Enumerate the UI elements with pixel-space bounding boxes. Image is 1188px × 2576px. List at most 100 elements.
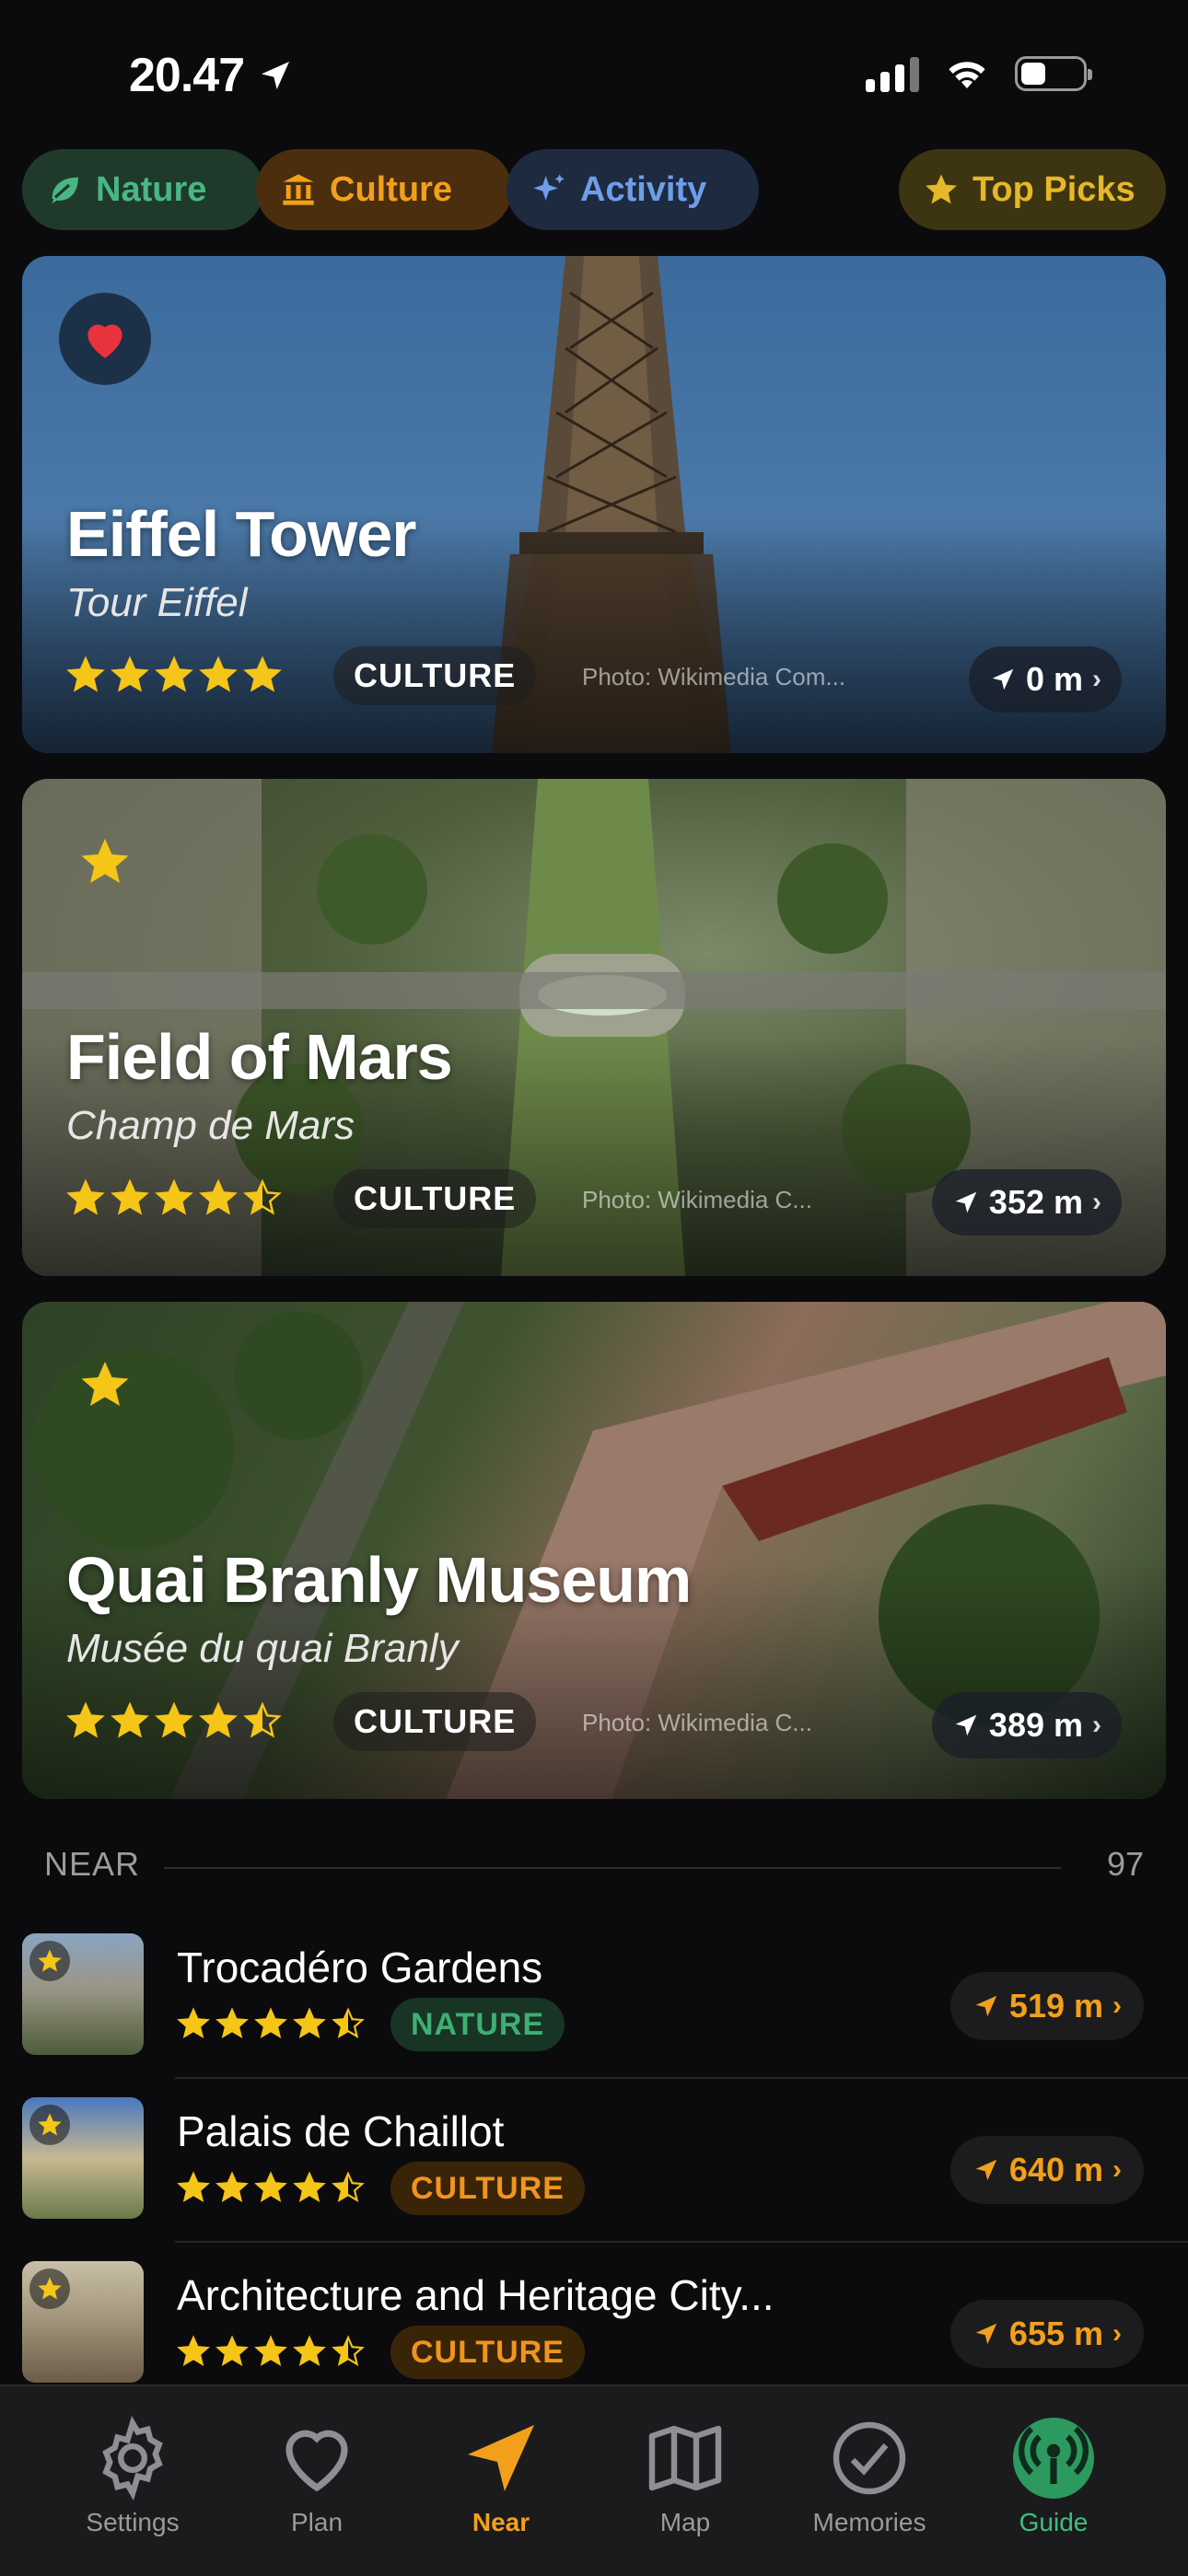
star-full-icon [177, 2335, 210, 2366]
photo-credit: Photo: Wikimedia C... [582, 1186, 812, 1213]
list-item[interactable]: Architecture and Heritage City... CULTUR… [0, 2245, 1188, 2407]
category-tag: NATURE [390, 1998, 565, 2051]
star-icon [29, 1941, 70, 1981]
star-icon [81, 839, 129, 883]
favorite-button[interactable] [59, 293, 151, 385]
distance-button[interactable]: 0 m › [968, 646, 1122, 713]
broadcast-icon [1007, 2412, 1100, 2504]
filter-activity[interactable]: Activity [507, 149, 759, 230]
filter-label: Activity [580, 169, 707, 209]
location-arrow-icon [975, 2323, 997, 2345]
star-icon [29, 2269, 70, 2309]
location-arrow-icon [975, 1995, 997, 2017]
featured-card[interactable]: Field of Mars Champ de Mars CULTURE Phot… [22, 779, 1166, 1276]
tab-label: Plan [290, 2508, 344, 2536]
filter-label: Top Picks [973, 169, 1136, 209]
distance-button[interactable]: 655 m › [949, 2300, 1144, 2368]
star-full-icon [155, 1701, 193, 1738]
tab-label: Guide [1019, 2508, 1089, 2536]
rating-stars [177, 2007, 365, 2040]
filter-label: Nature [96, 169, 207, 209]
star-full-icon [215, 2171, 249, 2202]
star-full-icon [111, 1178, 149, 1215]
photo-credit: Photo: Wikimedia Com... [582, 663, 846, 690]
star-half-icon [243, 1178, 282, 1215]
map-icon [639, 2412, 731, 2504]
star-full-icon [293, 2171, 326, 2202]
result-count: 97 [1106, 1845, 1144, 1883]
location-arrow-icon [955, 1191, 977, 1213]
rating-stars [177, 2335, 365, 2368]
museum-icon [280, 171, 317, 208]
cellular-signal-icon [866, 55, 919, 92]
star-icon [81, 1362, 129, 1406]
star-full-icon [254, 2335, 287, 2366]
tab-map[interactable]: Map [593, 2412, 777, 2537]
filter-culture[interactable]: Culture [256, 149, 512, 230]
star-full-icon [293, 2007, 326, 2038]
distance-value: 640 m [1008, 2151, 1103, 2188]
place-title: Eiffel Tower [66, 498, 417, 570]
star-full-icon [66, 1701, 105, 1738]
leaf-icon [46, 171, 83, 208]
distance-value: 519 m [1008, 1987, 1103, 2025]
heart-icon [271, 2412, 363, 2504]
distance-button[interactable]: 389 m › [931, 1692, 1122, 1758]
star-icon [923, 171, 960, 208]
battery-icon [1015, 56, 1092, 91]
tab-memories[interactable]: Memories [777, 2412, 961, 2537]
heart-icon [87, 324, 122, 358]
rating-stars [177, 2171, 365, 2204]
rating-stars [66, 1178, 282, 1217]
star-full-icon [254, 2171, 287, 2202]
chevron-right-icon: › [1092, 1710, 1101, 1740]
divider [175, 2241, 1188, 2243]
location-arrow-icon [455, 2412, 547, 2504]
place-local-name: Tour Eiffel [66, 580, 248, 625]
star-half-icon [332, 2007, 365, 2038]
chevron-right-icon: › [1112, 1990, 1122, 2021]
location-arrow-icon [992, 668, 1014, 690]
place-thumbnail [22, 2261, 144, 2383]
photo-credit: Photo: Wikimedia C... [582, 1709, 812, 1736]
star-full-icon [199, 656, 238, 692]
star-full-icon [155, 1178, 193, 1215]
star-full-icon [199, 1178, 238, 1215]
rating-stars [66, 656, 282, 694]
chevron-right-icon: › [1112, 2318, 1122, 2349]
filter-top-picks[interactable]: Top Picks [899, 149, 1166, 230]
distance-button[interactable]: 352 m › [931, 1169, 1122, 1236]
star-full-icon [199, 1701, 238, 1738]
star-full-icon [177, 2171, 210, 2202]
top-pick-badge [59, 816, 151, 908]
star-full-icon [293, 2335, 326, 2366]
tab-settings[interactable]: Settings [41, 2412, 225, 2537]
tab-label: Near [472, 2508, 530, 2536]
filter-nature[interactable]: Nature [22, 149, 263, 230]
star-icon [29, 2105, 70, 2145]
tab-plan[interactable]: Plan [225, 2412, 409, 2537]
distance-value: 389 m [988, 1706, 1083, 1744]
status-time: 20.47 [129, 48, 294, 103]
category-tag: CULTURE [333, 1169, 537, 1228]
featured-card[interactable]: Quai Branly Museum Musée du quai Branly … [22, 1302, 1166, 1799]
category-tag: CULTURE [390, 2162, 585, 2215]
chevron-right-icon: › [1092, 1187, 1101, 1217]
star-full-icon [215, 2335, 249, 2366]
list-item[interactable]: Palais de Chaillot CULTURE 640 m › [0, 2081, 1188, 2243]
distance-button[interactable]: 640 m › [949, 2136, 1144, 2204]
category-tag: CULTURE [333, 646, 537, 705]
featured-card[interactable]: Eiffel Tower Tour Eiffel CULTURE Photo: … [22, 256, 1166, 753]
tab-near[interactable]: Near [409, 2412, 593, 2537]
star-full-icon [155, 656, 193, 692]
wifi-icon [949, 62, 985, 88]
star-full-icon [66, 1178, 105, 1215]
tab-label: Memories [812, 2508, 926, 2536]
tab-guide[interactable]: Guide [961, 2412, 1146, 2537]
chevron-right-icon: › [1092, 664, 1101, 694]
list-item[interactable]: Trocadéro Gardens NATURE 519 m › [0, 1917, 1188, 2079]
star-full-icon [111, 656, 149, 692]
gear-icon [87, 2412, 179, 2504]
distance-button[interactable]: 519 m › [949, 1972, 1144, 2040]
place-thumbnail [22, 2097, 144, 2219]
